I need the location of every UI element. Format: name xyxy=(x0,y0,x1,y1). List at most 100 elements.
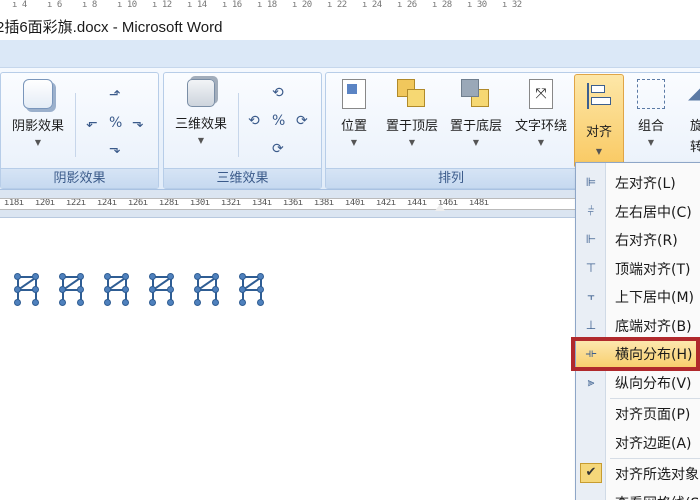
tilt-left-icon[interactable]: ⟲ xyxy=(248,113,260,129)
align-bottom-icon: ⊥ xyxy=(585,317,597,332)
ruler-tick-label: ı48ı xyxy=(469,198,489,208)
ruler-tick-label: ı24ı xyxy=(97,198,117,208)
align-menu-item[interactable]: ⊥ 底端对齐(B) xyxy=(576,312,700,339)
ruler-tick-label: ı 28 xyxy=(432,0,452,10)
align-menu-item-label: 对齐边距(A) xyxy=(615,435,692,452)
group-divider xyxy=(238,93,239,157)
ruler-tick-label: ı 26 xyxy=(397,0,417,10)
align-menu-item-label: 右对齐(R) xyxy=(615,233,678,249)
shadow-effects-group-label: 阴影效果 xyxy=(1,168,158,188)
ruler-tick-label: ı 32 xyxy=(502,0,522,10)
text-wrapping-button[interactable]: ⤧ 文字环绕 ▼ xyxy=(511,79,571,147)
window-title: 2插6面彩旗.docx - Microsoft Word xyxy=(0,19,223,36)
shadow-nudge-left-icon[interactable]: ⬐ xyxy=(86,115,98,131)
ruler-tick-label: ı 24 xyxy=(362,0,382,10)
chevron-down-icon: ▼ xyxy=(197,136,205,145)
ruler-tick-label: ı34ı xyxy=(252,198,272,208)
three-d-effects-icon xyxy=(187,79,215,107)
ruler-tick-label: ı 12 xyxy=(152,0,172,10)
checkmark-icon: ✔ xyxy=(580,463,602,483)
align-left-icon: ⊫ xyxy=(585,175,597,189)
flag-shape-group[interactable] xyxy=(194,273,220,307)
align-menu-item[interactable]: 查看网格线(S) xyxy=(576,489,700,500)
title-bar: 2插6面彩旗.docx - Microsoft Word xyxy=(0,14,700,40)
text-wrapping-label: 文字环绕 xyxy=(514,119,567,134)
chevron-down-icon: ▼ xyxy=(34,138,42,147)
document-page[interactable] xyxy=(0,218,580,500)
three-d-effects-button[interactable]: 三维效果 ▼ xyxy=(170,79,232,145)
align-menu-item[interactable]: 对齐边距(A) xyxy=(576,429,700,456)
ruler-tick-label: ı 6 xyxy=(47,0,62,10)
ruler-tick-label: ı30ı xyxy=(190,198,210,208)
indent-marker-icon[interactable] xyxy=(435,204,445,211)
flag-shape-group[interactable] xyxy=(149,273,175,307)
align-menu-item-label: 上下居中(M) xyxy=(615,290,695,306)
align-menu-item-label: 纵向分布(V) xyxy=(615,375,692,392)
shadow-nudge-right-icon[interactable]: ⬎ xyxy=(132,115,144,131)
menu-separator xyxy=(610,398,700,399)
ruler-tick-label: ı20ı xyxy=(35,198,55,208)
shadow-toggle-icon[interactable]: % xyxy=(109,115,122,131)
flag-shape-group[interactable] xyxy=(59,273,85,307)
chevron-down-icon: ▼ xyxy=(472,138,480,147)
send-to-back-label: 置于底层 xyxy=(449,119,502,134)
tilt-down-icon[interactable]: ⟳ xyxy=(272,141,284,157)
ruler-tick-label: ı 4 xyxy=(12,0,27,10)
send-to-back-icon xyxy=(461,79,491,109)
chevron-down-icon: ▼ xyxy=(595,147,603,156)
ruler-tick-label: ı44ı xyxy=(407,198,427,208)
top-ruler-strip: ı 4 ı 6 ı 8 ı 10 ı 12 ı 14 ı 16 ı 18 ı 20 ı 22 ı 2… xyxy=(0,0,700,14)
flag-shape-group[interactable] xyxy=(14,273,40,307)
ruler-tick-label: ı38ı xyxy=(314,198,334,208)
align-menu-item[interactable]: ⫟ 上下居中(M) xyxy=(576,283,700,310)
chevron-down-icon: ▼ xyxy=(408,138,416,147)
shadow-nudge-up-icon[interactable]: ⬏ xyxy=(109,87,121,103)
distribute-vertical-icon: ⫸ xyxy=(587,374,595,389)
bring-to-front-label: 置于顶层 xyxy=(385,119,438,134)
ruler-tick-label: ı40ı xyxy=(345,198,365,208)
align-menu-item-label: 左对齐(L) xyxy=(615,176,676,192)
ribbon-tab-strip xyxy=(0,40,700,68)
align-icon xyxy=(585,81,613,111)
position-button[interactable]: 位置 ▼ xyxy=(334,79,374,147)
align-menu-item[interactable]: ⊤ 顶端对齐(T) xyxy=(576,255,700,282)
flag-shape-group[interactable] xyxy=(104,273,130,307)
three-d-toggle-icon[interactable]: % xyxy=(272,113,285,129)
align-button[interactable]: 对齐 ▼ xyxy=(574,74,624,168)
shadow-effects-button[interactable]: 阴影效果 ▼ xyxy=(7,79,69,147)
align-top-icon: ⊤ xyxy=(585,260,597,275)
send-to-back-button[interactable]: 置于底层 ▼ xyxy=(446,79,506,147)
rotate-button[interactable]: ◢ 旋 转 xyxy=(684,79,700,155)
align-menu-item[interactable]: ⊫ 左对齐(L) xyxy=(576,169,700,196)
tilt-up-icon[interactable]: ⟲ xyxy=(272,85,284,101)
ruler-tick-label: ı 20 xyxy=(292,0,312,10)
ruler-tick-label: ı 22 xyxy=(327,0,347,10)
ruler-tick-label: ı18ı xyxy=(4,198,24,208)
align-menu-item[interactable]: ⫸ 纵向分布(V) xyxy=(576,369,700,396)
shadow-nudge-down-icon[interactable]: ⬎ xyxy=(109,141,121,157)
align-right-icon: ⊩ xyxy=(585,232,597,246)
ruler-tick-label: ı32ı xyxy=(221,198,241,208)
ruler-tick-label: ı26ı xyxy=(128,198,148,208)
flag-shape-group[interactable] xyxy=(239,273,265,307)
chevron-down-icon: ▼ xyxy=(537,138,545,147)
ruler-tick-label: ı22ı xyxy=(66,198,86,208)
rotate-label: 旋 xyxy=(690,119,700,134)
align-menu-item[interactable]: ⊩ 右对齐(R) xyxy=(576,226,700,253)
align-center-icon: ⫩ xyxy=(587,203,595,218)
ruler-tick-label: ı 30 xyxy=(467,0,487,10)
align-menu-item[interactable]: 对齐页面(P) xyxy=(576,400,700,427)
tilt-right-icon[interactable]: ⟳ xyxy=(296,113,308,129)
three-d-effects-label: 三维效果 xyxy=(174,117,227,132)
bring-to-front-button[interactable]: 置于顶层 ▼ xyxy=(382,79,442,147)
align-menu-item[interactable]: ⫩ 左右居中(C) xyxy=(576,198,700,225)
ruler-tick-label: ı 18 xyxy=(257,0,277,10)
group-objects-button[interactable]: 组合 ▼ xyxy=(631,79,671,147)
align-menu-item[interactable]: ✔ 对齐所选对象(O) xyxy=(576,460,700,487)
menu-separator xyxy=(610,458,700,459)
chevron-down-icon: ▼ xyxy=(350,138,358,147)
align-label: 对齐 xyxy=(585,125,612,140)
group-objects-label: 组合 xyxy=(637,119,664,134)
arrange-group-label: 排列 xyxy=(326,168,576,188)
ruler-tick-label: ı36ı xyxy=(283,198,303,208)
